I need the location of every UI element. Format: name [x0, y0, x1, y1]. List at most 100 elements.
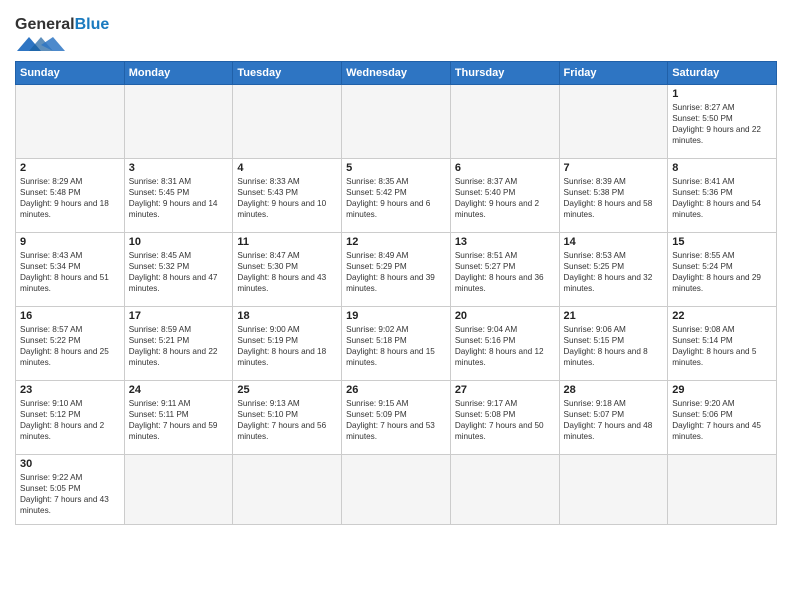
sunset-text: Sunset: 5:50 PM [672, 114, 733, 123]
sunset-text: Sunset: 5:29 PM [346, 262, 407, 271]
calendar-cell: 29Sunrise: 9:20 AMSunset: 5:06 PMDayligh… [668, 380, 777, 454]
cell-content: Sunrise: 9:11 AM Sunset: 5:11 PM Daylight:… [129, 398, 229, 442]
sunrise-text: Sunrise: 8:31 AM [129, 177, 191, 186]
daylight-text: Daylight: 8 hours and 58 minutes. [564, 199, 653, 219]
weekday-header-row: Sunday Monday Tuesday Wednesday Thursday… [16, 61, 777, 84]
sunrise-text: Sunrise: 9:02 AM [346, 325, 408, 334]
day-number: 18 [237, 310, 337, 322]
sunrise-text: Sunrise: 9:11 AM [129, 399, 191, 408]
calendar-week-row: 9 Sunrise: 8:43 AM Sunset: 5:34 PM Daylight… [16, 232, 777, 306]
daylight-text: Daylight: 7 hours and 53 minutes. [346, 421, 435, 441]
day-number: 27 [455, 384, 555, 396]
day-number: 29 [672, 384, 772, 396]
daylight-text: Daylight: 8 hours and 54 minutes. [672, 199, 761, 219]
day-number: 8 [672, 162, 772, 174]
calendar-cell: 19Sunrise: 9:02 AMSunset: 5:18 PMDayligh… [342, 306, 451, 380]
sunrise-text: Sunrise: 9:06 AM [564, 325, 626, 334]
daylight-text: Daylight: 8 hours and 36 minutes. [455, 273, 544, 293]
day-number: 25 [237, 384, 337, 396]
sunset-text: Sunset: 5:34 PM [20, 262, 81, 271]
calendar-cell: 1Sunrise: 8:27 AMSunset: 5:50 PMDaylight… [668, 84, 777, 158]
day-number: 2 [20, 162, 120, 174]
cell-content: Sunrise: 9:17 AMSunset: 5:08 PMDaylight:… [455, 398, 555, 442]
sunset-text: Sunset: 5:27 PM [455, 262, 516, 271]
sunset-text: Sunset: 5:11 PM [129, 410, 189, 419]
day-number: 30 [20, 458, 120, 470]
daylight-text: Daylight: 7 hours and 50 minutes. [455, 421, 544, 441]
sunset-text: Sunset: 5:24 PM [672, 262, 733, 271]
sunrise-text: Sunrise: 8:49 AM [346, 251, 408, 260]
calendar-cell: 27 Sunrise: 9:17 AMSunset: 5:08 PMDayligh… [450, 380, 559, 454]
sunrise-text: Sunrise: 8:27 AM [672, 103, 734, 112]
daylight-text: Daylight: 7 hours and 59 minutes. [129, 421, 218, 441]
daylight-text: Daylight: 8 hours and 39 minutes. [346, 273, 435, 293]
day-number: 9 [20, 236, 120, 248]
sunrise-text: Sunrise: 8:37 AM [455, 177, 517, 186]
day-number: 10 [129, 236, 229, 248]
sunset-text: Sunset: 5:05 PM [20, 484, 81, 493]
daylight-text: Daylight: 8 hours and 5 minutes. [672, 347, 756, 367]
daylight-text: Daylight: 9 hours and 2 minutes. [455, 199, 539, 219]
sunset-text: Sunset: 5:12 PM [20, 410, 81, 419]
cell-content: Sunrise: 8:55 AMSunset: 5:24 PMDaylight:… [672, 250, 772, 294]
day-number: 7 [564, 162, 664, 174]
sunrise-text: Sunrise: 8:35 AM [346, 177, 408, 186]
cell-content: Sunrise: 9:06 AMSunset: 5:15 PMDaylight:… [564, 324, 664, 368]
daylight-text: Daylight: 7 hours and 43 minutes. [20, 495, 109, 515]
calendar-cell: 25 Sunrise: 9:13 AMSunset: 5:10 PMDayligh… [233, 380, 342, 454]
day-number: 5 [346, 162, 446, 174]
cell-content: Sunrise: 8:43 AMSunset: 5:34 PMDaylight:… [20, 250, 120, 294]
daylight-text: Daylight: 8 hours and 25 minutes. [20, 347, 109, 367]
day-number: 22 [672, 310, 772, 322]
sunset-text: Sunset: 5:36 PM [672, 188, 733, 197]
cell-content: Sunrise: 9:22 AMSunset: 5:05 PMDaylight:… [20, 472, 120, 516]
daylight-text: Daylight: 8 hours and 2 minutes. [20, 421, 104, 441]
calendar-cell: 15Sunrise: 8:55 AMSunset: 5:24 PMDayligh… [668, 232, 777, 306]
calendar-cell: 20 Sunrise: 9:04 AMSunset: 5:16 PMDayligh… [450, 306, 559, 380]
daylight-text: Daylight: 8 hours and 8 minutes. [564, 347, 648, 367]
calendar-cell [342, 84, 451, 158]
daylight-text: Daylight: 8 hours and 47 minutes. [129, 273, 218, 293]
header-sunday: Sunday [16, 61, 125, 84]
sunrise-text: Sunrise: 8:39 AM [564, 177, 626, 186]
sunrise-text: Sunrise: 8:55 AM [672, 251, 734, 260]
cell-content: Sunrise: 9:13 AMSunset: 5:10 PMDaylight:… [237, 398, 337, 442]
cell-content: Sunrise: 8:59 AM Sunset: 5:21 PM Daylight:… [129, 324, 229, 368]
daylight-text: Daylight: 8 hours and 12 minutes. [455, 347, 544, 367]
daylight-text: Daylight: 8 hours and 22 minutes. [129, 347, 218, 367]
cell-content: Sunrise: 8:27 AMSunset: 5:50 PMDaylight:… [672, 102, 772, 146]
day-number: 26 [346, 384, 446, 396]
sunrise-text: Sunrise: 8:59 AM [129, 325, 191, 334]
sunset-text: Sunset: 5:18 PM [346, 336, 407, 345]
header: GeneralBlue [15, 10, 777, 53]
sunset-text: Sunset: 5:25 PM [564, 262, 625, 271]
sunrise-text: Sunrise: 8:53 AM [564, 251, 626, 260]
calendar-cell: 9Sunrise: 8:43 AMSunset: 5:34 PMDaylight… [16, 232, 125, 306]
day-number: 13 [455, 236, 555, 248]
header-monday: Monday [124, 61, 233, 84]
calendar-cell [124, 454, 233, 524]
cell-content: Sunrise: 9:04 AMSunset: 5:16 PMDaylight:… [455, 324, 555, 368]
calendar-cell [342, 454, 451, 524]
daylight-text: Daylight: 9 hours and 18 minutes. [20, 199, 109, 219]
cell-content: Sunrise: 8:31 AMSunset: 5:45 PMDaylight:… [129, 176, 229, 220]
sunset-text: Sunset: 5:09 PM [346, 410, 407, 419]
daylight-text: Daylight: 9 hours and 6 minutes. [346, 199, 430, 219]
sunrise-text: Sunrise: 8:43 AM [20, 251, 82, 260]
sunrise-text: Sunrise: 9:13 AM [237, 399, 299, 408]
sunrise-text: Sunrise: 8:47 AM [237, 251, 299, 260]
sunset-text: Sunset: 5:21 PM [129, 336, 190, 345]
cell-content: Sunrise: 8:53 AMSunset: 5:25 PMDaylight:… [564, 250, 664, 294]
calendar-week-row: 23Sunrise: 9:10 AMSunset: 5:12 PMDayligh… [16, 380, 777, 454]
page: GeneralBlue Sunday Monday Tuesday [0, 0, 792, 612]
cell-content: Sunrise: 8:47 AMSunset: 5:30 PMDaylight:… [237, 250, 337, 294]
daylight-text: Daylight: 9 hours and 14 minutes. [129, 199, 218, 219]
daylight-text: Daylight: 9 hours and 10 minutes. [237, 199, 326, 219]
sunset-text: Sunset: 5:40 PM [455, 188, 516, 197]
calendar-cell [233, 454, 342, 524]
calendar-cell: 11Sunrise: 8:47 AMSunset: 5:30 PMDayligh… [233, 232, 342, 306]
cell-content: Sunrise: 8:37 AM Sunset: 5:40 PM Daylight:… [455, 176, 555, 220]
header-thursday: Thursday [450, 61, 559, 84]
calendar-cell [450, 84, 559, 158]
day-number: 20 [455, 310, 555, 322]
